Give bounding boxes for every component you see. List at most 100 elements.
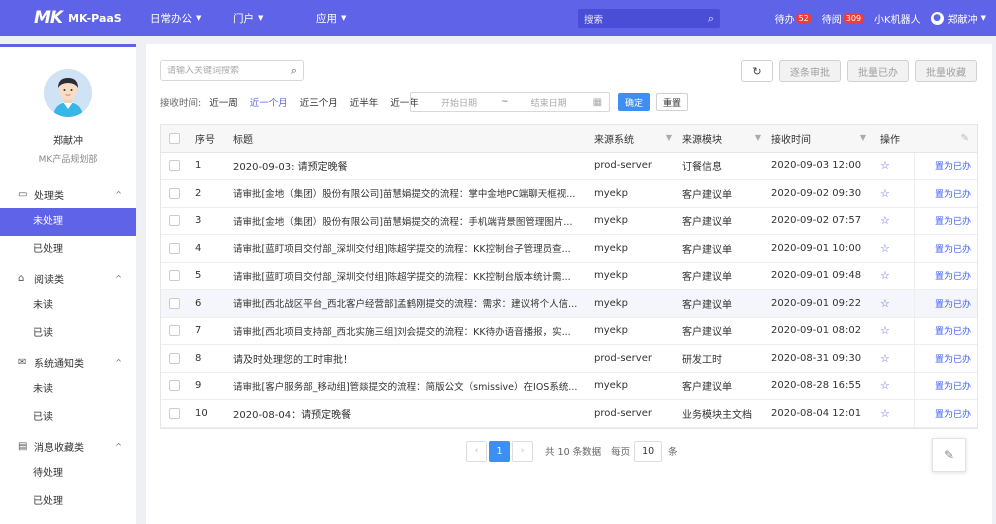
sidebar-item-fav-pending[interactable]: 待处理 [0, 460, 136, 488]
filter-three-months[interactable]: 近三个月 [300, 95, 338, 109]
table-row[interactable]: 7 请审批[西北项目支持部_西北实施三组]刘会提交的流程：KK待办语音播报，实..… [161, 317, 977, 345]
sidebar-group-read[interactable]: ⌂ 阅读类 ^ [0, 264, 136, 292]
toread-link[interactable]: 待阅 309 [822, 11, 865, 26]
sidebar-item-notify-unread[interactable]: 未读 [0, 376, 136, 404]
sidebar-group-favorites[interactable]: ▤ 消息收藏类 ^ [0, 432, 136, 460]
table-row[interactable]: 8 请及时处理您的工时审批！ prod-server 研发工时 2020-08-31 0… [161, 344, 977, 373]
row-title-link[interactable]: 请审批[金地（集团）股份有限公司]苗慧娟提交的流程：手机端背景图管理图片... [233, 207, 594, 235]
row-checkbox[interactable] [169, 297, 180, 309]
header-source-system[interactable]: 来源系统 ▼ [594, 125, 682, 153]
page-number-current[interactable]: 1 [489, 440, 510, 462]
row-title-link[interactable]: 请审批[蓝盯项目交付部_深圳交付组]陈超学提交的流程：KK控制台子管理员查... [233, 234, 594, 263]
end-date-field[interactable]: 结束日期 [531, 96, 567, 109]
table-row[interactable]: 3 请审批[金地（集团）股份有限公司]苗慧娟提交的流程：手机端背景图管理图片...… [161, 207, 977, 235]
global-search-input[interactable]: 搜索 ⌕ [578, 9, 720, 28]
filter-half-year[interactable]: 近半年 [350, 95, 379, 109]
filter-icon[interactable]: ▼ [666, 133, 672, 142]
row-checkbox[interactable] [169, 187, 180, 199]
prev-page-button[interactable]: ‹ [466, 440, 487, 462]
page-size-input[interactable]: 10 [634, 440, 663, 462]
row-title-link[interactable]: 请审批[蓝盯项目交付部_深圳交付组]陈超学提交的流程：KK控制台版本统计需... [233, 262, 594, 290]
start-date-field[interactable]: 开始日期 [441, 96, 477, 109]
keyword-search[interactable]: ⌕ [160, 60, 304, 81]
row-checkbox[interactable] [169, 270, 180, 281]
confirm-button[interactable]: 确定 [618, 93, 650, 111]
row-checkbox[interactable] [169, 242, 180, 254]
sidebar-group-process[interactable]: ▭ 处理类 ^ [0, 180, 136, 208]
row-title-link[interactable]: 请审批[西北项目支持部_西北实施三组]刘会提交的流程：KK待办语音播报，实... [233, 317, 594, 345]
star-icon[interactable]: ☆ [880, 187, 890, 200]
sidebar-item-read[interactable]: 已读 [0, 320, 136, 348]
row-title-link[interactable]: 2020-09-03: 请预定晚餐 [233, 152, 594, 180]
keyword-search-input[interactable] [167, 65, 291, 76]
mark-done-link[interactable]: 置为已办 [935, 382, 971, 392]
select-all-checkbox[interactable] [169, 132, 180, 144]
mark-done-link[interactable]: 置为已办 [935, 327, 971, 337]
app-logo[interactable]: MK MK-PaaS [34, 8, 144, 28]
sidebar-item-unread[interactable]: 未读 [0, 292, 136, 320]
mark-done-link[interactable]: 置为已办 [935, 217, 971, 227]
sidebar-item-notify-read[interactable]: 已读 [0, 404, 136, 432]
todo-link[interactable]: 待办 52 [775, 11, 812, 26]
table-row[interactable]: 4 请审批[蓝盯项目交付部_深圳交付组]陈超学提交的流程：KK控制台子管理员查..… [161, 234, 977, 263]
mark-done-link[interactable]: 置为已办 [935, 162, 971, 172]
table-row[interactable]: 5 请审批[蓝盯项目交付部_深圳交付组]陈超学提交的流程：KK控制台版本统计需..… [161, 262, 977, 290]
filter-month[interactable]: 近一个月 [250, 95, 288, 109]
sidebar-item-unprocessed[interactable]: 未处理 [0, 208, 136, 236]
star-icon[interactable]: ☆ [880, 407, 890, 420]
reset-button[interactable]: 重置 [656, 93, 688, 111]
nav-portal[interactable]: 门户 ▼ [233, 11, 310, 26]
mark-done-link[interactable]: 置为已办 [935, 245, 971, 255]
batch-done-button[interactable]: 批量已办 [847, 60, 909, 82]
star-icon[interactable]: ☆ [880, 297, 890, 310]
table-row[interactable]: 2 请审批[金地（集团）股份有限公司]苗慧娟提交的流程：掌中金地PC端聊天框视..… [161, 179, 977, 208]
table-row[interactable]: 6 请审批[西北战区平台_西北客户经营部]孟鹤刚提交的流程：需求：建议将个人信..… [161, 289, 977, 318]
refresh-button[interactable]: ↻ [741, 60, 773, 82]
filter-icon[interactable]: ▼ [860, 133, 866, 142]
nav-apps[interactable]: 应用 ▼ [316, 11, 393, 26]
date-range-picker[interactable]: 开始日期 ~ 结束日期 ▦ [410, 92, 610, 112]
search-icon[interactable]: ⌕ [708, 12, 714, 26]
star-icon[interactable]: ☆ [880, 269, 890, 282]
user-menu[interactable]: ● 郑献冲 ▼ [930, 11, 986, 26]
header-receive-time[interactable]: 接收时间 ▼ [771, 125, 876, 153]
row-checkbox[interactable] [169, 380, 180, 391]
edit-columns-icon[interactable]: ✎ [914, 125, 977, 153]
row-checkbox[interactable] [169, 407, 180, 419]
star-icon[interactable]: ☆ [880, 352, 890, 365]
robot-link[interactable]: 小K机器人 [874, 11, 921, 26]
table-row[interactable]: 9 请审批[客户服务部_移动组]管燚提交的流程：简版公文（smissive）在IO… [161, 372, 977, 400]
row-checkbox[interactable] [169, 160, 180, 171]
approve-one-by-one-button[interactable]: 逐条审批 [779, 60, 841, 82]
table-row[interactable]: 10 2020-08-04：请预定晚餐 prod-server 业务模块主文档 2020… [161, 399, 977, 428]
star-icon[interactable]: ☆ [880, 379, 890, 392]
sidebar-item-processed[interactable]: 已处理 [0, 236, 136, 264]
row-checkbox[interactable] [169, 352, 180, 364]
table-row[interactable]: 1 2020-09-03: 请预定晚餐 prod-server 订餐信息 2020-09… [161, 152, 977, 180]
floating-action-button[interactable]: ✎ [932, 438, 966, 472]
row-title-link[interactable]: 2020-08-04：请预定晚餐 [233, 399, 594, 428]
nav-daily-office[interactable]: 日常办公 ▼ [150, 11, 227, 26]
header-source-module[interactable]: 来源模块 ▼ [682, 125, 771, 153]
mark-done-link[interactable]: 置为已办 [935, 190, 971, 200]
row-title-link[interactable]: 请审批[西北战区平台_西北客户经营部]孟鹤刚提交的流程：需求：建议将个人信... [233, 289, 594, 318]
search-icon[interactable]: ⌕ [291, 64, 297, 78]
next-page-button[interactable]: › [512, 440, 533, 462]
star-icon[interactable]: ☆ [880, 242, 890, 255]
row-title-link[interactable]: 请审批[金地（集团）股份有限公司]苗慧娟提交的流程：掌中金地PC端聊天框视... [233, 179, 594, 208]
filter-icon[interactable]: ▼ [755, 133, 761, 142]
mark-done-link[interactable]: 置为已办 [935, 300, 971, 310]
star-icon[interactable]: ☆ [880, 159, 890, 172]
star-icon[interactable]: ☆ [880, 214, 890, 227]
row-title-link[interactable]: 请及时处理您的工时审批！ [233, 344, 594, 373]
batch-favorite-button[interactable]: 批量收藏 [915, 60, 977, 82]
row-checkbox[interactable] [169, 215, 180, 226]
row-checkbox[interactable] [169, 325, 180, 336]
mark-done-link[interactable]: 置为已办 [935, 355, 971, 365]
filter-week[interactable]: 近一周 [209, 95, 238, 109]
mark-done-link[interactable]: 置为已办 [935, 272, 971, 282]
mark-done-link[interactable]: 置为已办 [935, 410, 971, 420]
star-icon[interactable]: ☆ [880, 324, 890, 337]
sidebar-group-notify[interactable]: ✉ 系统通知类 ^ [0, 348, 136, 376]
row-title-link[interactable]: 请审批[客户服务部_移动组]管燚提交的流程：简版公文（smissive）在IOS… [233, 372, 594, 400]
